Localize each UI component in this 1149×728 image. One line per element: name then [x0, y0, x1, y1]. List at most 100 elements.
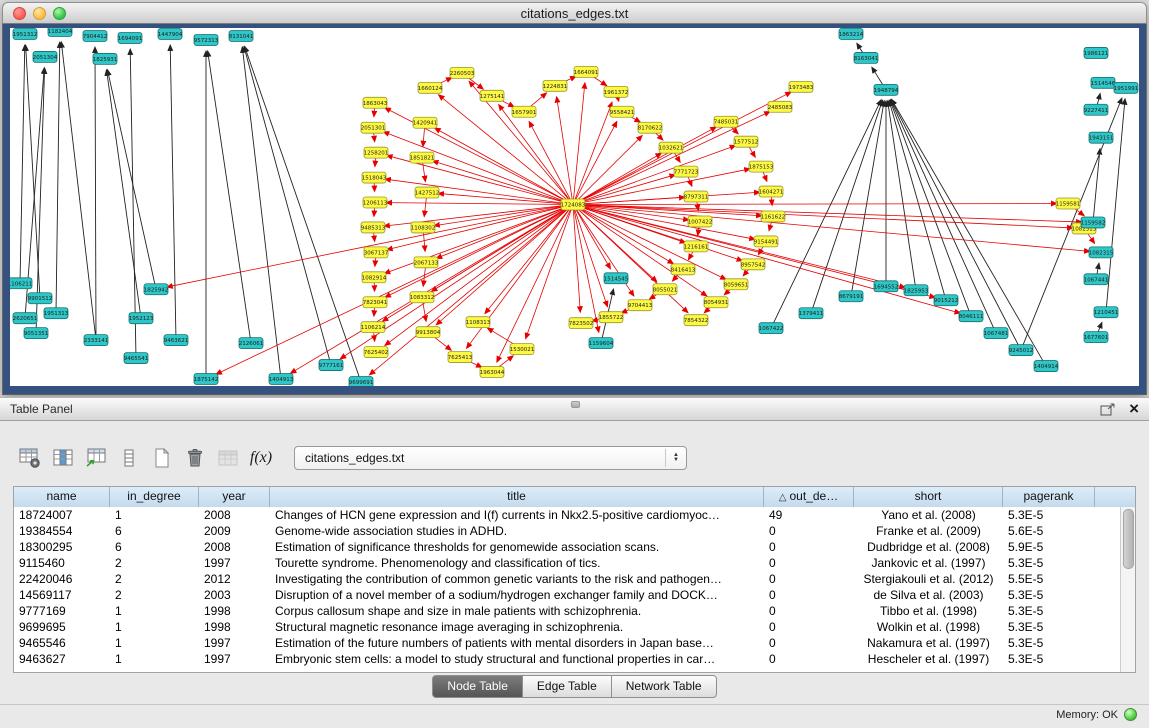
- network-edge[interactable]: [573, 204, 1057, 205]
- network-node[interactable]: 1664091: [574, 66, 598, 77]
- network-node[interactable]: 1514545: [604, 273, 629, 284]
- network-node[interactable]: 7854322: [684, 315, 708, 326]
- network-edge[interactable]: [130, 49, 136, 358]
- network-edge[interactable]: [385, 179, 573, 204]
- network-node[interactable]: 1694091: [118, 32, 142, 43]
- network-edge[interactable]: [435, 128, 573, 204]
- select-columns-icon[interactable]: [49, 443, 77, 473]
- network-node[interactable]: 8046111: [959, 311, 983, 322]
- network-edge[interactable]: [573, 169, 750, 205]
- network-node[interactable]: 1082315: [1089, 247, 1114, 258]
- column-header-title[interactable]: title: [270, 487, 764, 507]
- network-node[interactable]: 9463621: [164, 335, 188, 346]
- network-node[interactable]: 8054931: [704, 297, 728, 308]
- table-settings-icon[interactable]: [16, 443, 44, 473]
- network-node[interactable]: 1161622: [761, 211, 785, 222]
- network-node[interactable]: 9485313: [361, 222, 386, 233]
- row-height-icon[interactable]: [115, 443, 143, 473]
- column-header-out_de[interactable]: △out_de…: [764, 487, 854, 507]
- network-node[interactable]: 1604271: [759, 186, 783, 197]
- network-node[interactable]: 7823502: [569, 318, 593, 329]
- network-node[interactable]: 1210451: [1094, 307, 1118, 318]
- network-node[interactable]: 1855722: [599, 312, 623, 323]
- network-node[interactable]: 1159604: [589, 338, 614, 349]
- network-node[interactable]: 1951312: [13, 28, 37, 39]
- network-edge[interactable]: [573, 205, 1073, 228]
- table-row[interactable]: 1938455462009Genome-wide association stu…: [14, 523, 1120, 539]
- network-node[interactable]: 7485031: [714, 116, 738, 127]
- tab-network-table[interactable]: Network Table: [611, 675, 717, 698]
- network-node[interactable]: 9558421: [610, 106, 634, 117]
- network-node[interactable]: 1961372: [604, 86, 628, 97]
- table-source-dropdown[interactable]: citations_edges.txt ▲▼: [294, 446, 687, 470]
- network-edge[interactable]: [26, 45, 40, 298]
- table-row[interactable]: 946554611997Estimation of the future num…: [14, 635, 1120, 651]
- network-node[interactable]: 7771723: [674, 166, 699, 177]
- network-node[interactable]: 7904412: [83, 30, 107, 41]
- network-node[interactable]: 1825931: [93, 53, 117, 64]
- network-edge[interactable]: [1093, 149, 1100, 223]
- network-node[interactable]: 1875142: [194, 374, 218, 385]
- network-node[interactable]: 1067441: [1084, 274, 1108, 285]
- network-node[interactable]: 1825953: [904, 285, 929, 296]
- network-node[interactable]: 1159582: [1081, 217, 1105, 228]
- network-canvas[interactable]: 1724083186304320513011258201151804312061…: [10, 28, 1139, 386]
- network-node[interactable]: 1694552: [874, 281, 898, 292]
- network-node[interactable]: 1159581: [1056, 198, 1080, 209]
- network-edge[interactable]: [573, 205, 674, 264]
- network-edge[interactable]: [56, 42, 60, 313]
- network-node[interactable]: 1724083: [561, 199, 586, 210]
- network-node[interactable]: 1106214: [361, 322, 386, 333]
- network-node[interactable]: 7625402: [364, 347, 388, 358]
- network-node[interactable]: 1182404: [48, 28, 73, 36]
- network-node[interactable]: 8163041: [854, 52, 878, 63]
- network-node[interactable]: 1275141: [480, 90, 504, 101]
- network-edge[interactable]: [95, 47, 96, 340]
- network-node[interactable]: 1106211: [10, 278, 32, 289]
- network-node[interactable]: 8131041: [229, 30, 253, 41]
- network-node[interactable]: 8170622: [638, 122, 662, 133]
- table-row[interactable]: 977716911998Corpus callosum shape and si…: [14, 603, 1120, 619]
- network-node[interactable]: 9465541: [124, 353, 148, 364]
- network-node[interactable]: 1973483: [789, 81, 814, 92]
- tab-node-table[interactable]: Node Table: [432, 675, 523, 698]
- table-row[interactable]: 911546021997Tourette syndrome. Phenomeno…: [14, 555, 1120, 571]
- vertical-scrollbar[interactable]: [1120, 507, 1135, 672]
- network-node[interactable]: 2333141: [84, 335, 108, 346]
- network-node[interactable]: 9913804: [416, 327, 441, 338]
- network-node[interactable]: 1404913: [269, 374, 294, 385]
- network-node[interactable]: 1863043: [363, 97, 388, 108]
- network-node[interactable]: 1657901: [512, 106, 536, 117]
- network-edge[interactable]: [851, 101, 884, 297]
- tab-edge-table[interactable]: Edge Table: [522, 675, 612, 698]
- network-node[interactable]: 2051304: [33, 51, 58, 62]
- network-node[interactable]: 1530021: [510, 344, 534, 355]
- network-node[interactable]: 1514546: [1091, 77, 1116, 88]
- network-node[interactable]: 9704413: [628, 300, 653, 311]
- network-edge[interactable]: [573, 111, 770, 204]
- network-node[interactable]: 7823041: [363, 297, 387, 308]
- minimize-window-button[interactable]: [33, 7, 46, 20]
- zoom-window-button[interactable]: [53, 7, 66, 20]
- network-node[interactable]: 9154491: [754, 236, 778, 247]
- close-window-button[interactable]: [13, 7, 26, 20]
- network-node[interactable]: 1067481: [984, 328, 1008, 339]
- network-node[interactable]: 9245012: [1009, 345, 1033, 356]
- network-node[interactable]: 1108313: [466, 317, 491, 328]
- network-edge[interactable]: [383, 132, 573, 205]
- network-node[interactable]: 2620651: [13, 313, 37, 324]
- close-panel-icon[interactable]: ×: [1129, 402, 1139, 416]
- network-edge[interactable]: [889, 100, 946, 300]
- network-node[interactable]: 2126061: [239, 338, 263, 349]
- network-node[interactable]: 1951313: [44, 308, 69, 319]
- network-node[interactable]: 9051351: [24, 328, 48, 339]
- column-header-in_degree[interactable]: in_degree: [110, 487, 199, 507]
- float-panel-icon[interactable]: [1100, 402, 1117, 417]
- network-node[interactable]: 1677601: [1084, 332, 1108, 343]
- delete-table-icon[interactable]: [181, 443, 209, 473]
- network-edge[interactable]: [890, 100, 971, 316]
- network-edge[interactable]: [20, 45, 25, 283]
- network-edge[interactable]: [61, 42, 96, 340]
- network-edge[interactable]: [170, 45, 176, 340]
- network-node[interactable]: 1206113: [363, 197, 388, 208]
